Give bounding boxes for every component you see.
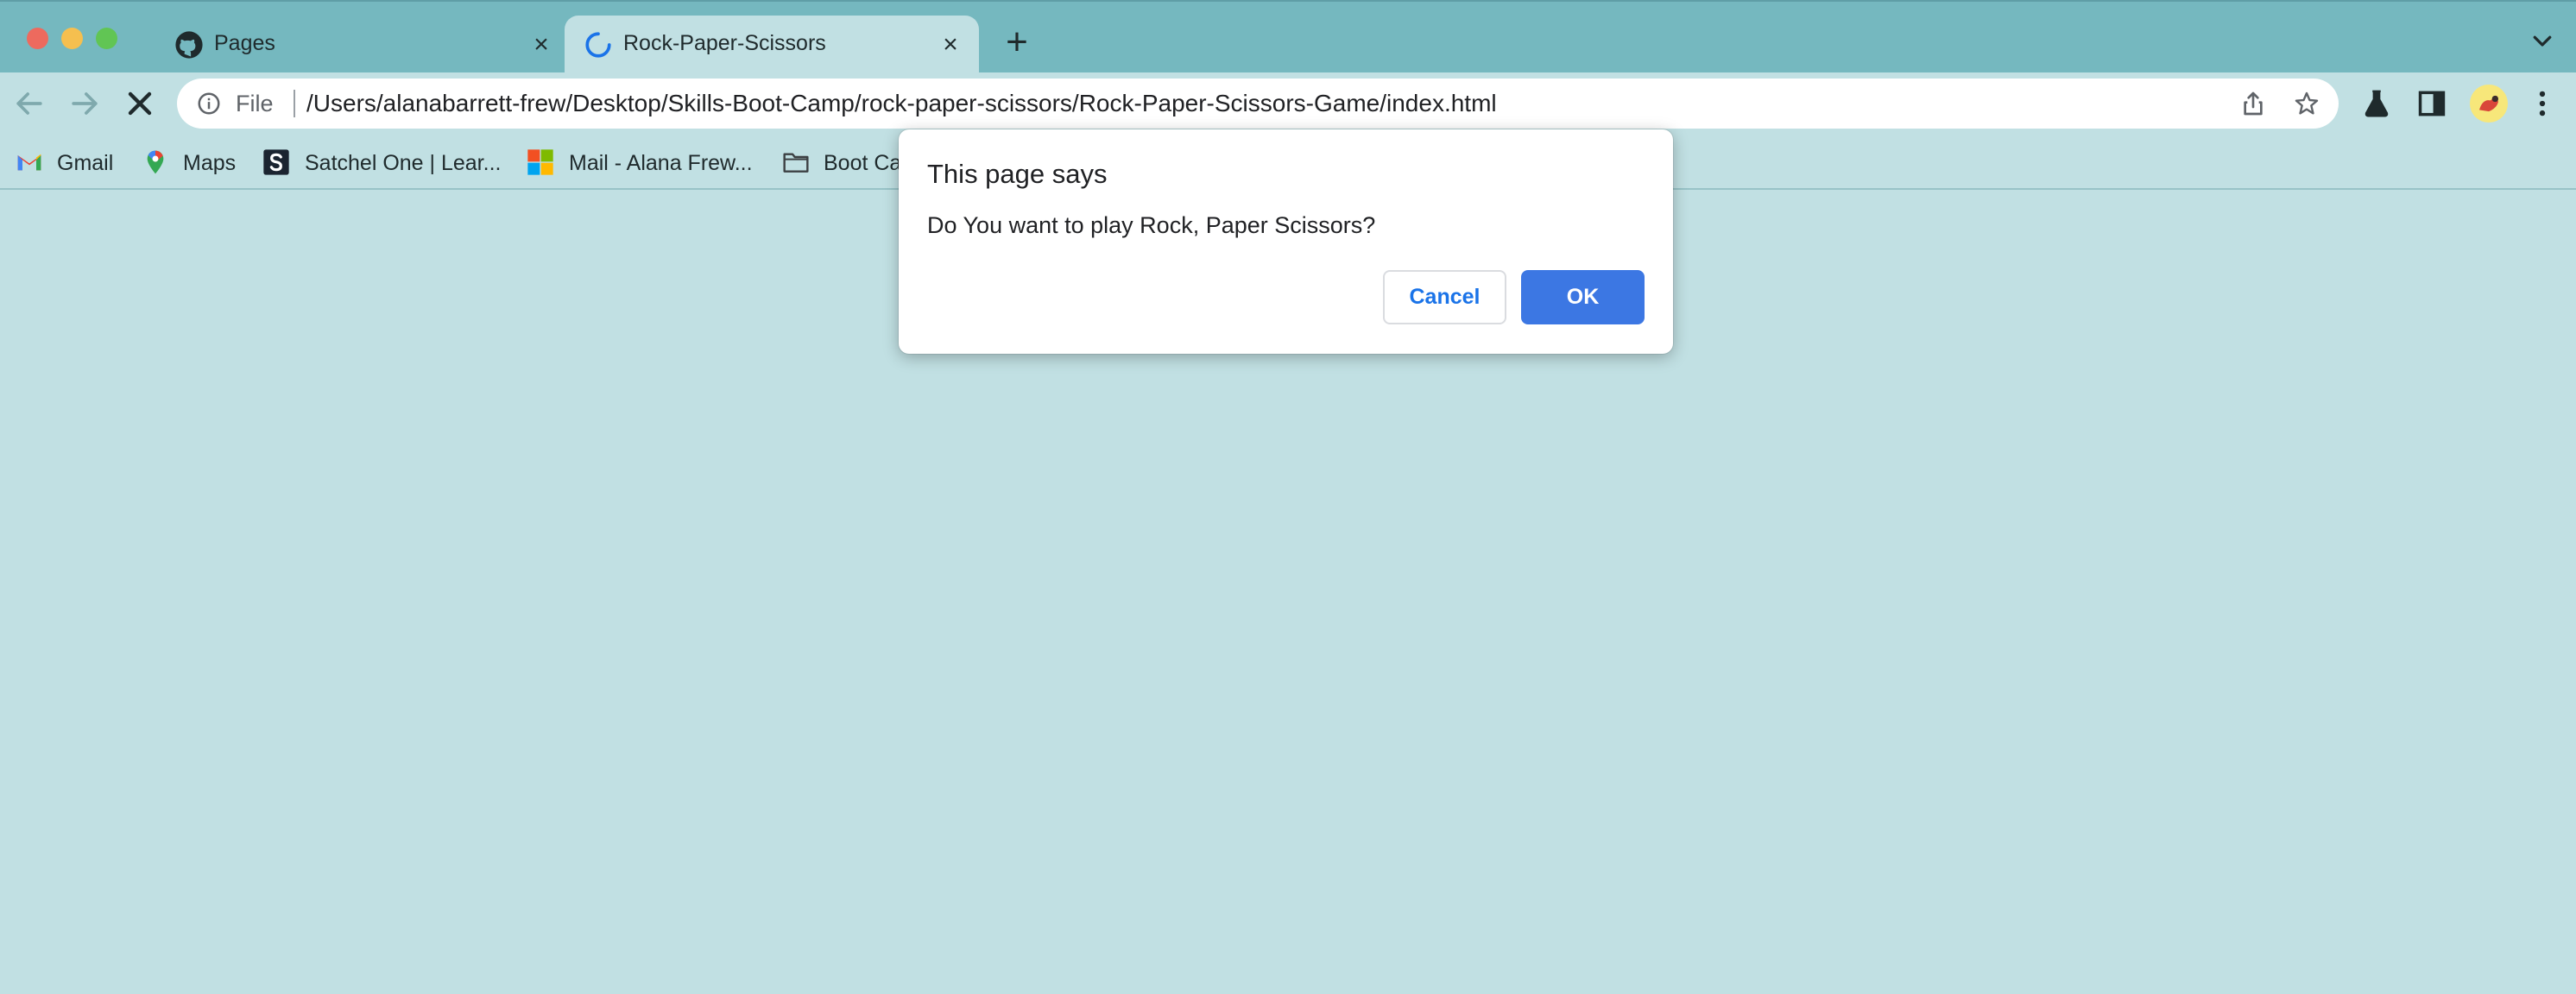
ok-button[interactable]: OK: [1521, 270, 1645, 324]
tab-close-icon[interactable]: ×: [936, 30, 965, 60]
satchel-one-icon: [263, 149, 289, 175]
tab-close-icon[interactable]: ×: [527, 30, 556, 60]
labs-flask-icon[interactable]: [2360, 87, 2393, 120]
window-minimize-button[interactable]: [61, 28, 83, 49]
navigation-toolbar: File /Users/alanabarrett-frew/Desktop/Sk…: [0, 72, 2576, 135]
bookmark-label: Gmail: [57, 151, 114, 175]
new-tab-plus-icon[interactable]: +: [1000, 23, 1034, 61]
bookmark-star-icon[interactable]: [2293, 90, 2320, 117]
info-icon[interactable]: [196, 91, 222, 116]
url-text[interactable]: /Users/alanabarrett-frew/Desktop/Skills-…: [306, 90, 1497, 117]
bookmark-label: Maps: [183, 151, 237, 175]
tab-rock-paper-scissors[interactable]: Rock-Paper-Scissors ×: [565, 16, 979, 74]
microsoft-icon: [527, 149, 553, 175]
bookmark-label: Satchel One | Lear...: [305, 151, 502, 175]
tab-strip: Pages × Rock-Paper-Scissors × +: [0, 0, 2576, 74]
confirm-dialog: This page says Do You want to play Rock,…: [899, 129, 1673, 354]
window-close-button[interactable]: [27, 28, 48, 49]
github-icon: [175, 31, 203, 59]
bookmark-label: Mail - Alana Frew...: [569, 151, 753, 175]
address-bar[interactable]: File /Users/alanabarrett-frew/Desktop/Sk…: [177, 79, 2339, 129]
forward-arrow-icon[interactable]: [66, 85, 104, 123]
side-panel-icon[interactable]: [2415, 87, 2448, 120]
bookmark-label: Boot Ca: [824, 151, 902, 175]
browser-window: Pages × Rock-Paper-Scissors × + File /Us…: [0, 0, 2576, 994]
cancel-button[interactable]: Cancel: [1383, 270, 1506, 324]
loading-spinner-icon: [585, 32, 611, 58]
gmail-icon: [17, 154, 41, 171]
scheme-label: File: [236, 91, 274, 116]
maps-icon: [147, 150, 164, 174]
more-menu-icon[interactable]: [2526, 87, 2559, 120]
address-divider: [294, 90, 295, 117]
stop-loading-icon[interactable]: [121, 85, 159, 123]
tab-title: Pages: [214, 31, 275, 55]
tab-pages[interactable]: Pages ×: [155, 16, 561, 74]
profile-avatar-icon: [2479, 95, 2498, 112]
tab-search-chevron-icon[interactable]: [2529, 28, 2555, 53]
back-arrow-icon[interactable]: [10, 85, 48, 123]
dialog-message: Do You want to play Rock, Paper Scissors…: [927, 212, 1376, 238]
dialog-title: This page says: [927, 159, 1108, 189]
folder-icon: [783, 153, 809, 173]
profile-avatar[interactable]: [2470, 85, 2508, 123]
share-icon[interactable]: [2239, 90, 2267, 117]
window-zoom-button[interactable]: [96, 28, 117, 49]
tab-title: Rock-Paper-Scissors: [623, 31, 826, 55]
